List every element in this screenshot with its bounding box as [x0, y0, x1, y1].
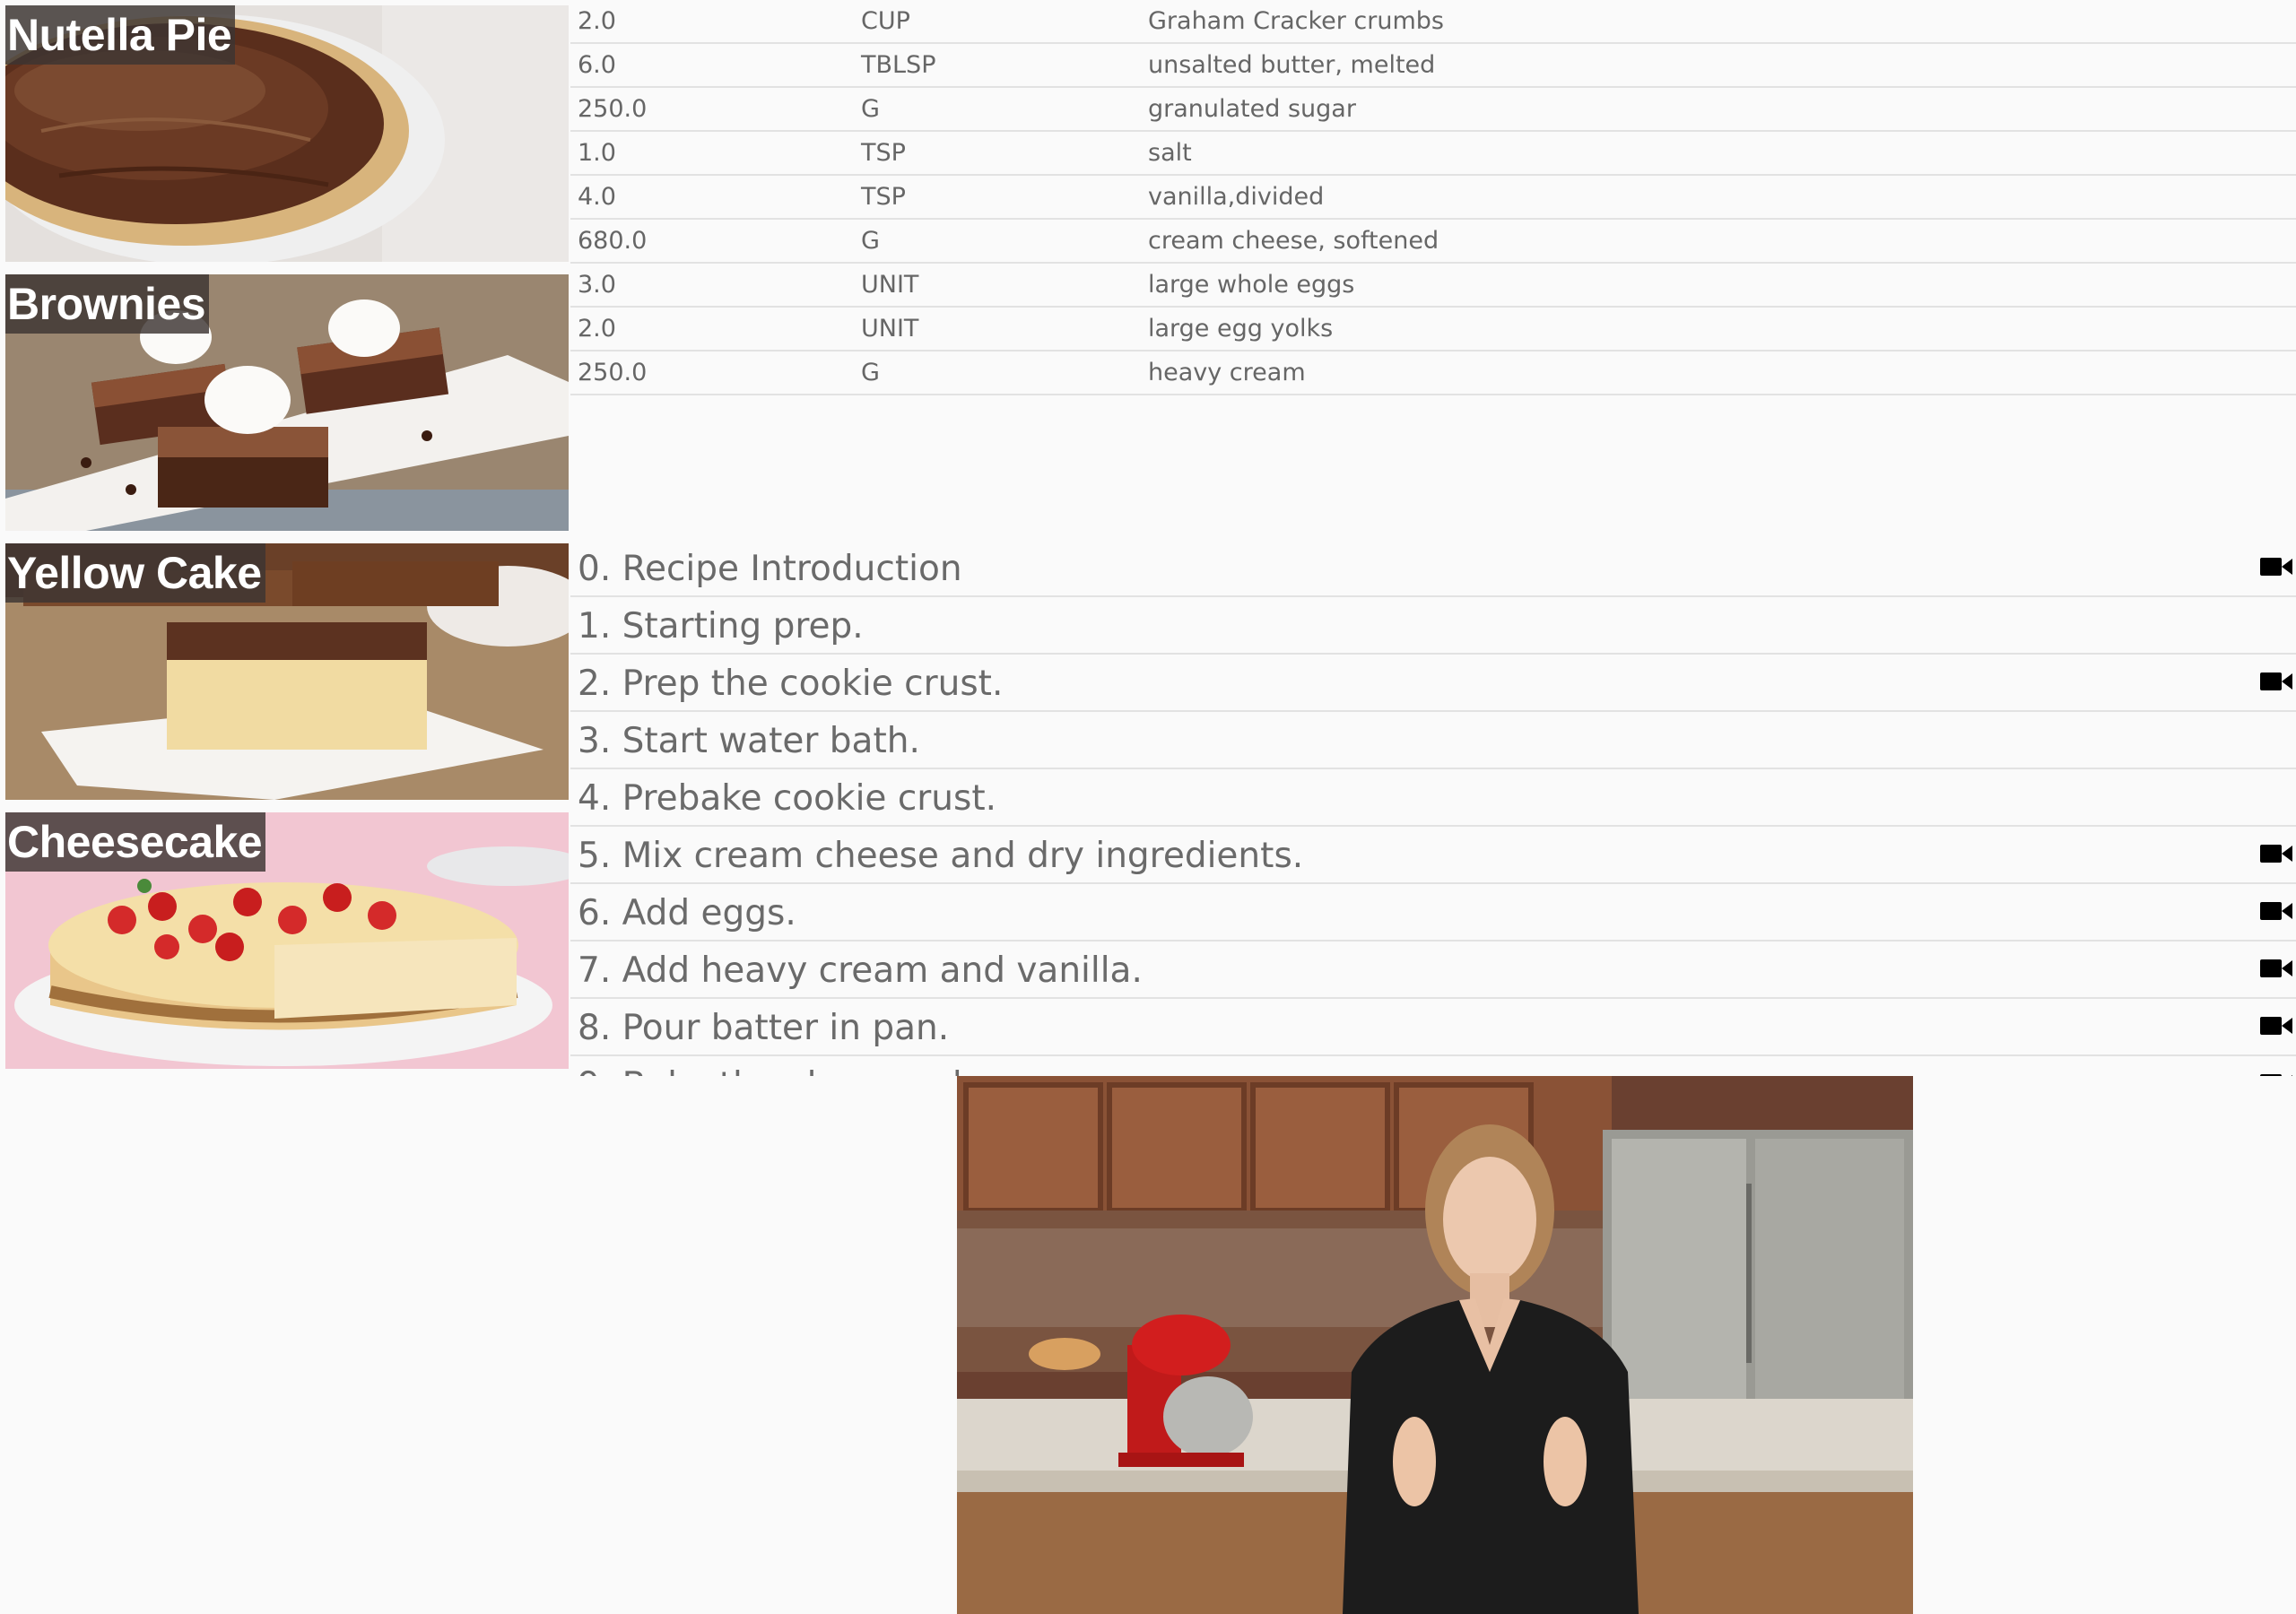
ingredient-name: salt: [1148, 139, 1192, 167]
ingredient-name: large egg yolks: [1148, 315, 1334, 343]
ingredient-quantity: 680.0: [578, 227, 648, 255]
ingredient-name: cream cheese, softened: [1148, 227, 1439, 255]
step-item[interactable]: 9. Bake the cheesecake.: [570, 1056, 2296, 1076]
recipe-title: Cheesecake: [5, 812, 266, 872]
video-player[interactable]: [957, 1076, 1913, 1614]
step-label: 6. Add eggs.: [578, 893, 796, 933]
ingredient-quantity: 1.0: [578, 139, 616, 167]
step-item[interactable]: 7. Add heavy cream and vanilla.: [570, 941, 2296, 999]
video-camera-icon[interactable]: [2260, 671, 2292, 692]
ingredient-unit: G: [861, 95, 880, 123]
ingredient-name: heavy cream: [1148, 359, 1306, 386]
ingredient-quantity: 4.0: [578, 183, 616, 211]
video-camera-icon[interactable]: [2260, 958, 2292, 979]
ingredient-name: unsalted butter, melted: [1148, 51, 1436, 79]
step-label: 4. Prebake cookie crust.: [578, 778, 997, 819]
step-list: 0. Recipe Introduction 1. Starting prep.…: [570, 540, 2296, 1076]
ingredient-row: 680.0 G cream cheese, softened: [570, 220, 2296, 264]
ingredient-row: 3.0 UNIT large whole eggs: [570, 264, 2296, 308]
recipe-title: Brownies: [5, 274, 210, 334]
step-label: 3. Start water bath.: [578, 721, 920, 761]
ingredient-table: 2.0 CUP Graham Cracker crumbs 6.0 TBLSP …: [570, 0, 2296, 395]
ingredient-unit: TSP: [861, 183, 906, 211]
recipe-title: Nutella Pie: [5, 5, 236, 65]
recipe-card-nutella-pie[interactable]: Nutella Pie: [5, 5, 569, 262]
ingredient-row: 6.0 TBLSP unsalted butter, melted: [570, 44, 2296, 88]
ingredient-row: 250.0 G heavy cream: [570, 351, 2296, 395]
ingredient-row: 2.0 CUP Graham Cracker crumbs: [570, 0, 2296, 44]
recipe-card-brownies[interactable]: Brownies: [5, 274, 569, 531]
video-camera-icon[interactable]: [2260, 1072, 2292, 1076]
recipe-card-yellow-cake[interactable]: Yellow Cake: [5, 543, 569, 800]
ingredient-quantity: 2.0: [578, 7, 616, 35]
step-item[interactable]: 0. Recipe Introduction: [570, 540, 2296, 597]
recipe-card-cheesecake[interactable]: Cheesecake: [5, 812, 569, 1069]
ingredient-name: large whole eggs: [1148, 271, 1355, 299]
step-item[interactable]: 3. Start water bath.: [570, 712, 2296, 769]
ingredient-quantity: 250.0: [578, 95, 648, 123]
ingredient-quantity: 2.0: [578, 315, 616, 343]
step-item[interactable]: 8. Pour batter in pan.: [570, 999, 2296, 1056]
ingredient-unit: TBLSP: [861, 51, 936, 79]
step-label: 8. Pour batter in pan.: [578, 1008, 950, 1048]
step-label: 5. Mix cream cheese and dry ingredients.: [578, 836, 1304, 876]
ingredient-row: 4.0 TSP vanilla,divided: [570, 176, 2296, 220]
recipe-list: Nutella Pie Brownies Yellow Cake Cheesec…: [0, 0, 574, 1076]
ingredient-name: vanilla,divided: [1148, 183, 1325, 211]
video-frame: [957, 1076, 1913, 1614]
ingredient-unit: UNIT: [861, 271, 919, 299]
ingredient-unit: CUP: [861, 7, 910, 35]
step-label: 1. Starting prep.: [578, 606, 864, 646]
step-item[interactable]: 1. Starting prep.: [570, 597, 2296, 655]
video-camera-icon[interactable]: [2260, 900, 2292, 922]
ingredient-row: 2.0 UNIT large egg yolks: [570, 308, 2296, 351]
step-label: 7. Add heavy cream and vanilla.: [578, 950, 1143, 991]
video-camera-icon[interactable]: [2260, 1015, 2292, 1037]
video-camera-icon[interactable]: [2260, 843, 2292, 864]
ingredient-row: 250.0 G granulated sugar: [570, 88, 2296, 132]
ingredient-unit: TSP: [861, 139, 906, 167]
step-item[interactable]: 4. Prebake cookie crust.: [570, 769, 2296, 827]
step-item[interactable]: 5. Mix cream cheese and dry ingredients.: [570, 827, 2296, 884]
video-camera-icon[interactable]: [2260, 556, 2292, 577]
ingredient-name: granulated sugar: [1148, 95, 1356, 123]
ingredient-unit: G: [861, 359, 880, 386]
ingredient-unit: G: [861, 227, 880, 255]
step-item[interactable]: 2. Prep the cookie crust.: [570, 655, 2296, 712]
ingredient-quantity: 250.0: [578, 359, 648, 386]
step-item[interactable]: 6. Add eggs.: [570, 884, 2296, 941]
step-label: 0. Recipe Introduction: [578, 549, 962, 589]
recipe-title: Yellow Cake: [5, 543, 265, 603]
ingredient-unit: UNIT: [861, 315, 919, 343]
ingredient-row: 1.0 TSP salt: [570, 132, 2296, 176]
step-label: 9. Bake the cheesecake.: [578, 1058, 1004, 1076]
ingredient-quantity: 3.0: [578, 271, 616, 299]
ingredient-quantity: 6.0: [578, 51, 616, 79]
step-label: 2. Prep the cookie crust.: [578, 664, 1004, 704]
ingredient-name: Graham Cracker crumbs: [1148, 7, 1444, 35]
